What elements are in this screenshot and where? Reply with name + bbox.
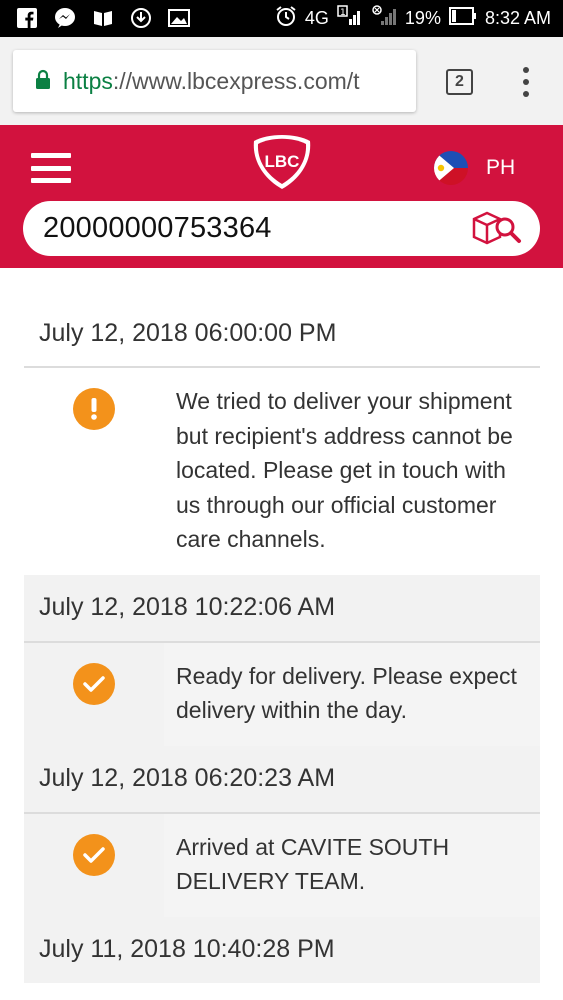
track-package-search-icon[interactable] xyxy=(472,210,522,246)
history-entry: July 11, 2018 10:40:28 PM xyxy=(24,916,540,983)
browser-menu-button[interactable] xyxy=(520,67,532,97)
battery-icon xyxy=(448,7,477,30)
entry-date: July 12, 2018 06:20:23 AM xyxy=(24,745,540,812)
network-type: 4G xyxy=(304,8,329,28)
entry-description: Arrived at CAVITE SOUTH DELIVERY TEAM. xyxy=(164,813,540,917)
book-icon xyxy=(92,7,114,29)
exclamation-icon xyxy=(73,388,115,430)
tab-switcher-button[interactable]: 2 xyxy=(446,69,473,95)
tracking-history: July 12, 2018 06:00:00 PM We tried to de… xyxy=(24,300,540,983)
svg-text:1: 1 xyxy=(340,8,346,18)
signal-sim1-icon: 1 xyxy=(337,5,363,32)
entry-date: July 11, 2018 10:40:28 PM xyxy=(24,916,540,983)
entry-date: July 12, 2018 06:00:00 PM xyxy=(39,318,337,347)
download-icon xyxy=(130,7,152,29)
image-icon xyxy=(168,7,190,29)
messenger-icon xyxy=(54,7,76,29)
url-scheme: https xyxy=(63,67,113,94)
url-host: ://www.lbcexpress.com/t xyxy=(112,67,360,94)
url-text: https://www.lbcexpress.com/t xyxy=(63,68,360,95)
clock: 8:32 AM xyxy=(484,8,551,28)
entry-body: Arrived at CAVITE SOUTH DELIVERY TEAM. xyxy=(24,813,540,917)
alarm-icon xyxy=(275,5,297,32)
entry-body: We tried to deliver your shipment but re… xyxy=(24,368,540,575)
lbc-logo[interactable]: LBC xyxy=(246,131,318,193)
entry-date: July 12, 2018 10:22:06 AM xyxy=(24,574,540,641)
tracking-number-input[interactable]: 20000000753364 xyxy=(43,212,272,245)
signal-sim2-icon xyxy=(371,5,397,32)
checkmark-icon xyxy=(73,833,115,876)
history-entry: July 12, 2018 10:22:06 AM Ready for deli… xyxy=(24,574,540,746)
battery-percent: 19% xyxy=(404,8,441,28)
philippines-flag-icon xyxy=(434,151,468,185)
checkmark-icon xyxy=(73,662,115,705)
address-bar[interactable]: https://www.lbcexpress.com/t xyxy=(13,50,416,112)
hamburger-menu-icon[interactable] xyxy=(31,153,71,183)
country-code: PH xyxy=(486,156,516,179)
country-selector[interactable]: PH xyxy=(434,151,515,185)
status-bar: 4G 1 19% 8:32 AM xyxy=(0,0,563,37)
svg-text:LBC: LBC xyxy=(265,152,300,171)
site-header: LBC PH 20000000753364 xyxy=(0,125,563,268)
history-entry: July 12, 2018 06:00:00 PM We tried to de… xyxy=(24,300,540,575)
entry-description: We tried to deliver your shipment but re… xyxy=(164,368,540,575)
facebook-icon xyxy=(16,7,38,29)
entry-body: Ready for delivery. Please expect delive… xyxy=(24,642,540,746)
lock-icon xyxy=(35,69,51,94)
history-entry: July 12, 2018 06:20:23 AM Arrived at CAV… xyxy=(24,745,540,917)
browser-toolbar: https://www.lbcexpress.com/t 2 xyxy=(0,37,563,125)
tracking-search-field[interactable]: 20000000753364 xyxy=(23,201,540,256)
entry-description: Ready for delivery. Please expect delive… xyxy=(164,642,540,746)
